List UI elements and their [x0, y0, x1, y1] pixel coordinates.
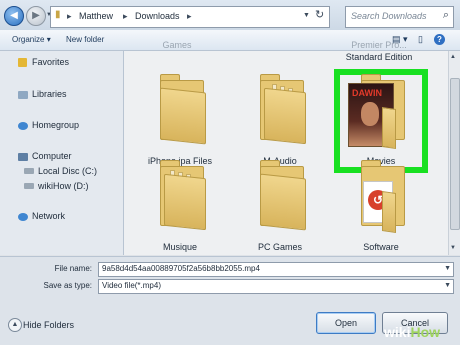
breadcrumb-separator-icon: ▸ — [67, 11, 72, 21]
search-icon: ⌕ — [442, 9, 449, 21]
organize-button[interactable]: Organize ▾ — [12, 35, 51, 44]
nav-favorites[interactable]: Favorites — [32, 57, 69, 67]
chevron-down-icon[interactable]: ▼ — [444, 282, 451, 289]
new-folder-button[interactable]: New folder — [66, 35, 104, 44]
star-icon — [18, 58, 27, 67]
save-as-type-select[interactable]: Video file(*.mp4) ▼ — [98, 279, 454, 294]
hide-folders-icon[interactable]: ▲ — [8, 318, 22, 332]
libraries-icon — [18, 91, 28, 99]
chevron-down-icon[interactable]: ▼ — [303, 12, 310, 19]
file-name-label: File name: — [54, 264, 92, 273]
help-icon[interactable]: ? — [434, 34, 445, 45]
breadcrumb-matthew[interactable]: Matthew — [79, 11, 113, 21]
file-name-input[interactable]: 9a58d4d54aa00889705f2a56b8bb2055.mp4 ▼ — [98, 262, 454, 277]
folder-icon: ▮ — [55, 9, 61, 20]
computer-icon — [18, 153, 28, 161]
scroll-up-icon[interactable]: ▲ — [450, 54, 456, 60]
nav-homegroup[interactable]: Homegroup — [32, 120, 79, 130]
folder-item[interactable]: M-Audio — [230, 60, 330, 166]
folder-label-partial: Premier Pro... — [351, 40, 407, 50]
address-bar[interactable]: ▮ ▸ Matthew ▸ Downloads ▸ ▼ ↻ — [50, 6, 330, 28]
breadcrumb-separator-icon: ▸ — [123, 11, 128, 21]
scroll-down-icon[interactable]: ▼ — [450, 245, 456, 251]
breadcrumb-separator-icon: ▸ — [187, 11, 192, 21]
nav-computer[interactable]: Computer — [32, 151, 72, 161]
nav-wikihow-drive[interactable]: wikiHow (D:) — [38, 181, 89, 191]
navigation-pane: Favorites Libraries Homegroup Computer L… — [0, 51, 124, 255]
folder-flap — [382, 107, 396, 149]
nav-local-disc[interactable]: Local Disc (C:) — [38, 166, 97, 176]
back-button[interactable]: ◀ — [4, 6, 24, 26]
nav-libraries[interactable]: Libraries — [32, 89, 67, 99]
forward-button[interactable]: ▶ — [26, 6, 46, 26]
hide-folders-button[interactable]: Hide Folders — [23, 320, 74, 330]
search-placeholder: Search Downloads — [351, 11, 427, 21]
folder-item[interactable]: iPhone ipa Files — [130, 60, 230, 166]
wikihow-watermark: wikiHow — [384, 324, 441, 340]
search-input[interactable]: Search Downloads ⌕ — [345, 6, 454, 28]
drive-icon — [24, 168, 34, 174]
refresh-icon[interactable]: ↻ — [315, 8, 324, 21]
chevron-down-icon[interactable]: ▼ — [444, 265, 451, 272]
open-button[interactable]: Open — [316, 312, 376, 334]
nav-network[interactable]: Network — [32, 211, 65, 221]
scrollbar-thumb[interactable] — [450, 78, 460, 230]
folder-label-partial: Games — [162, 40, 192, 50]
save-as-type-label: Save as type: — [43, 281, 92, 290]
folder-label: Software — [363, 242, 399, 252]
folder-flap — [382, 191, 396, 233]
folder-item[interactable]: PC Games — [230, 146, 330, 252]
network-icon — [18, 213, 28, 221]
folder-item[interactable]: Musique — [130, 146, 230, 252]
breadcrumb-downloads[interactable]: Downloads — [135, 11, 180, 21]
homegroup-icon — [18, 122, 28, 130]
drive-icon — [24, 183, 34, 189]
